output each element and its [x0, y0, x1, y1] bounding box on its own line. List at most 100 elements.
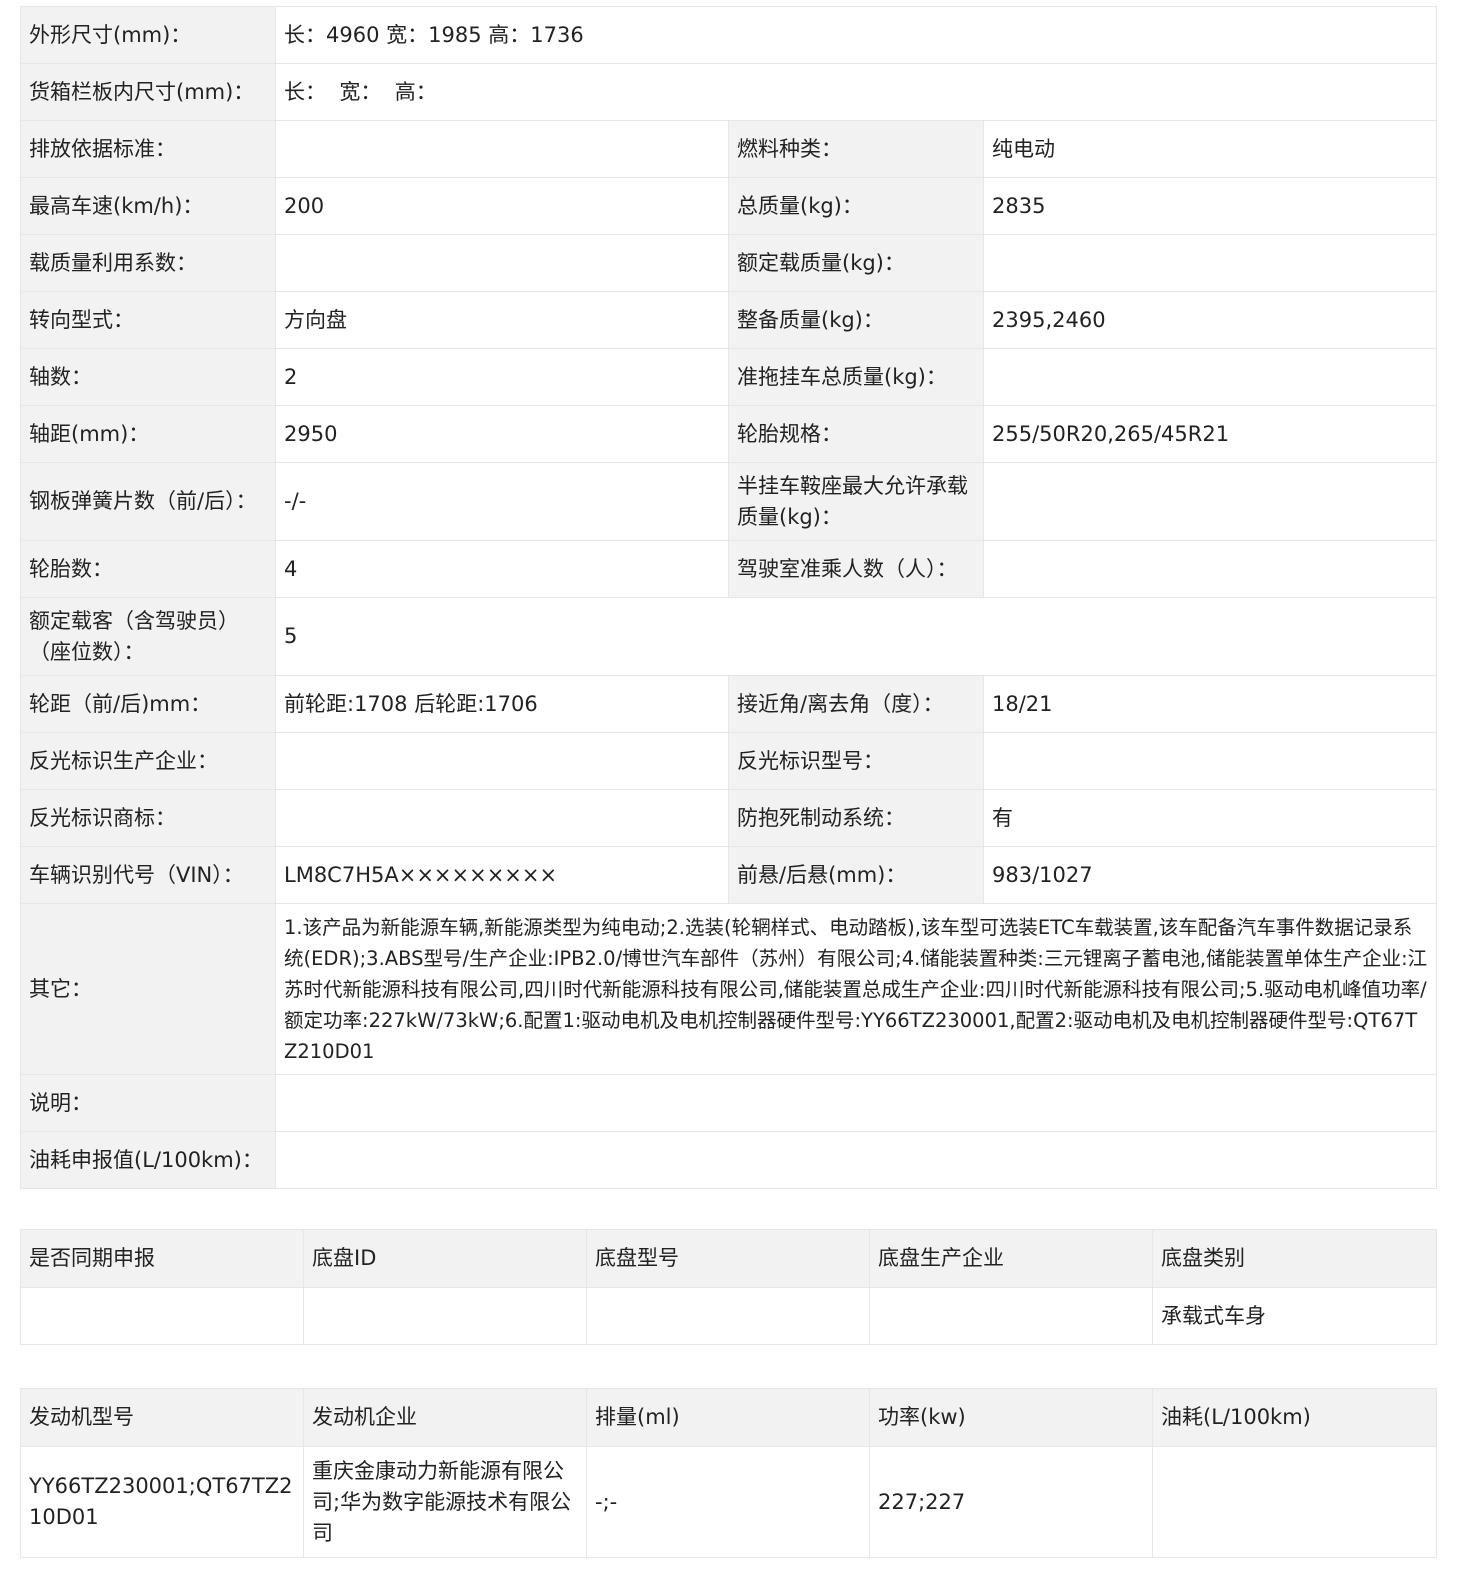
rated-seats-label: 额定载客（含驾驶员）（座位数）：: [20, 597, 276, 676]
chassis-header-cell: 底盘类别: [1152, 1229, 1437, 1288]
spec-row-note: 说明：: [20, 1074, 1437, 1132]
chassis-header-cell: 底盘型号: [586, 1229, 870, 1288]
trailer-mass-value: [983, 348, 1437, 406]
spec-row-speed-mass: 最高车速(km/h)： 200 总质量(kg)： 2835: [20, 177, 1437, 235]
reflector-brand-value: [275, 789, 729, 847]
chassis-cell: [20, 1287, 304, 1345]
leaf-spring-value: -/-: [275, 462, 729, 541]
total-mass-value: 2835: [983, 177, 1437, 235]
tire-spec-label: 轮胎规格：: [728, 405, 984, 463]
dimensions-label: 外形尺寸(mm)：: [20, 6, 276, 64]
dimensions-value: 长：4960 宽：1985 高：1736: [275, 6, 1437, 64]
wheelbase-value: 2950: [275, 405, 729, 463]
chassis-cell: 承载式车身: [1152, 1287, 1437, 1345]
engine-cell: YY66TZ230001;QT67TZ210D01: [20, 1446, 304, 1558]
spec-row-track: 轮距（前/后)mm： 前轮距:1708 后轮距:1706 接近角/离去角（度）：…: [20, 675, 1437, 733]
vin-label: 车辆识别代号（VIN）：: [20, 846, 276, 904]
steering-label: 转向型式：: [20, 291, 276, 349]
overhang-label: 前悬/后悬(mm)：: [728, 846, 984, 904]
reflector-maker-value: [275, 732, 729, 790]
chassis-cell: [303, 1287, 587, 1345]
tire-count-value: 4: [275, 540, 729, 598]
engine-header-cell: 发动机企业: [303, 1388, 587, 1447]
rated-seats-value: 5: [275, 597, 1437, 676]
abs-value: 有: [983, 789, 1437, 847]
spec-row-vin: 车辆识别代号（VIN）： LM8C7H5A××××××××× 前悬/后悬(mm)…: [20, 846, 1437, 904]
approach-departure-label: 接近角/离去角（度）：: [728, 675, 984, 733]
wheelbase-label: 轴距(mm)：: [20, 405, 276, 463]
chassis-header-cell: 底盘生产企业: [869, 1229, 1153, 1288]
tire-spec-value: 255/50R20,265/45R21: [983, 405, 1437, 463]
engine-cell: 重庆金康动力新能源有限公司;华为数字能源技术有限公司: [303, 1446, 587, 1558]
engine-table: 发动机型号 发动机企业 排量(ml) 功率(kw) 油耗(L/100km) YY…: [20, 1388, 1437, 1558]
total-mass-label: 总质量(kg)：: [728, 177, 984, 235]
track-width-value: 前轮距:1708 后轮距:1706: [275, 675, 729, 733]
overhang-value: 983/1027: [983, 846, 1437, 904]
curb-weight-value: 2395,2460: [983, 291, 1437, 349]
cab-occupants-value: [983, 540, 1437, 598]
chassis-cell: [586, 1287, 870, 1345]
track-width-label: 轮距（前/后)mm：: [20, 675, 276, 733]
engine-cell: 227;227: [869, 1446, 1153, 1558]
axles-label: 轴数：: [20, 348, 276, 406]
spec-row-reflector: 反光标识生产企业： 反光标识型号：: [20, 732, 1437, 790]
reflector-brand-label: 反光标识商标：: [20, 789, 276, 847]
axles-value: 2: [275, 348, 729, 406]
emission-standard-label: 排放依据标准：: [20, 120, 276, 178]
chassis-header-cell: 是否同期申报: [20, 1229, 304, 1288]
engine-header-cell: 排量(ml): [586, 1388, 870, 1447]
reflector-model-label: 反光标识型号：: [728, 732, 984, 790]
load-coefficient-label: 载质量利用系数：: [20, 234, 276, 292]
spec-row-load: 载质量利用系数： 额定载质量(kg)：: [20, 234, 1437, 292]
chassis-header-row: 是否同期申报 底盘ID 底盘型号 底盘生产企业 底盘类别: [20, 1229, 1437, 1288]
engine-header-cell: 功率(kw): [869, 1388, 1153, 1447]
curb-weight-label: 整备质量(kg)：: [728, 291, 984, 349]
spec-row-axles: 轴数： 2 准拖挂车总质量(kg)：: [20, 348, 1437, 406]
spec-row-brand-abs: 反光标识商标： 防抱死制动系统： 有: [20, 789, 1437, 847]
note-label: 说明：: [20, 1074, 276, 1132]
engine-header-cell: 发动机型号: [20, 1388, 304, 1447]
spec-row-other: 其它： 1.该产品为新能源车辆,新能源类型为纯电动;2.选装(轮辋样式、电动踏板…: [20, 903, 1437, 1075]
emission-standard-value: [275, 120, 729, 178]
steering-value: 方向盘: [275, 291, 729, 349]
rated-load-label: 额定载质量(kg)：: [728, 234, 984, 292]
rated-load-value: [983, 234, 1437, 292]
chassis-data-row: 承载式车身: [20, 1287, 1437, 1345]
engine-header-row: 发动机型号 发动机企业 排量(ml) 功率(kw) 油耗(L/100km): [20, 1388, 1437, 1447]
note-value: [275, 1074, 1437, 1132]
fuel-type-value: 纯电动: [983, 120, 1437, 178]
load-coefficient-value: [275, 234, 729, 292]
chassis-header-cell: 底盘ID: [303, 1229, 587, 1288]
cargo-dimensions-value: 长： 宽： 高：: [275, 63, 1437, 121]
leaf-spring-label: 钢板弹簧片数（前/后）：: [20, 462, 276, 541]
chassis-cell: [869, 1287, 1153, 1345]
engine-cell: [1152, 1446, 1437, 1558]
fuel-consumption-label: 油耗申报值(L/100km)：: [20, 1131, 276, 1189]
spec-row-seats: 额定载客（含驾驶员）（座位数）： 5: [20, 597, 1437, 676]
vin-value: LM8C7H5A×××××××××: [275, 846, 729, 904]
fuel-type-label: 燃料种类：: [728, 120, 984, 178]
max-speed-label: 最高车速(km/h)：: [20, 177, 276, 235]
fuel-consumption-value: [275, 1131, 1437, 1189]
spec-row-emission-fuel: 排放依据标准： 燃料种类： 纯电动: [20, 120, 1437, 178]
engine-data-row: YY66TZ230001;QT67TZ210D01 重庆金康动力新能源有限公司;…: [20, 1446, 1437, 1558]
spec-row-cargo: 货箱栏板内尺寸(mm)： 长： 宽： 高：: [20, 63, 1437, 121]
spec-row-steering: 转向型式： 方向盘 整备质量(kg)： 2395,2460: [20, 291, 1437, 349]
cargo-dimensions-label: 货箱栏板内尺寸(mm)：: [20, 63, 276, 121]
other-label: 其它：: [20, 903, 276, 1075]
spec-row-dimensions: 外形尺寸(mm)： 长：4960 宽：1985 高：1736: [20, 6, 1437, 64]
tire-count-label: 轮胎数：: [20, 540, 276, 598]
max-speed-value: 200: [275, 177, 729, 235]
other-value: 1.该产品为新能源车辆,新能源类型为纯电动;2.选装(轮辋样式、电动踏板),该车…: [275, 903, 1437, 1075]
vehicle-spec-table: 外形尺寸(mm)： 长：4960 宽：1985 高：1736 货箱栏板内尺寸(m…: [20, 6, 1437, 1189]
spec-row-spring: 钢板弹簧片数（前/后）： -/- 半挂车鞍座最大允许承载质量(kg)：: [20, 462, 1437, 541]
trailer-mass-label: 准拖挂车总质量(kg)：: [728, 348, 984, 406]
reflector-model-value: [983, 732, 1437, 790]
spec-row-tires: 轮胎数： 4 驾驶室准乘人数（人）：: [20, 540, 1437, 598]
cab-occupants-label: 驾驶室准乘人数（人）：: [728, 540, 984, 598]
spec-row-wheelbase: 轴距(mm)： 2950 轮胎规格： 255/50R20,265/45R21: [20, 405, 1437, 463]
reflector-maker-label: 反光标识生产企业：: [20, 732, 276, 790]
engine-header-cell: 油耗(L/100km): [1152, 1388, 1437, 1447]
approach-departure-value: 18/21: [983, 675, 1437, 733]
abs-label: 防抱死制动系统：: [728, 789, 984, 847]
